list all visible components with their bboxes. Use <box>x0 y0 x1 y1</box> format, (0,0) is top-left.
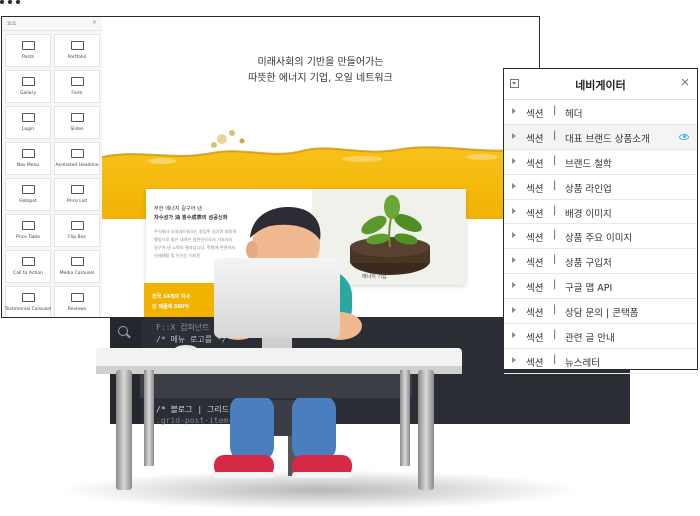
developer-illustration <box>60 207 580 510</box>
